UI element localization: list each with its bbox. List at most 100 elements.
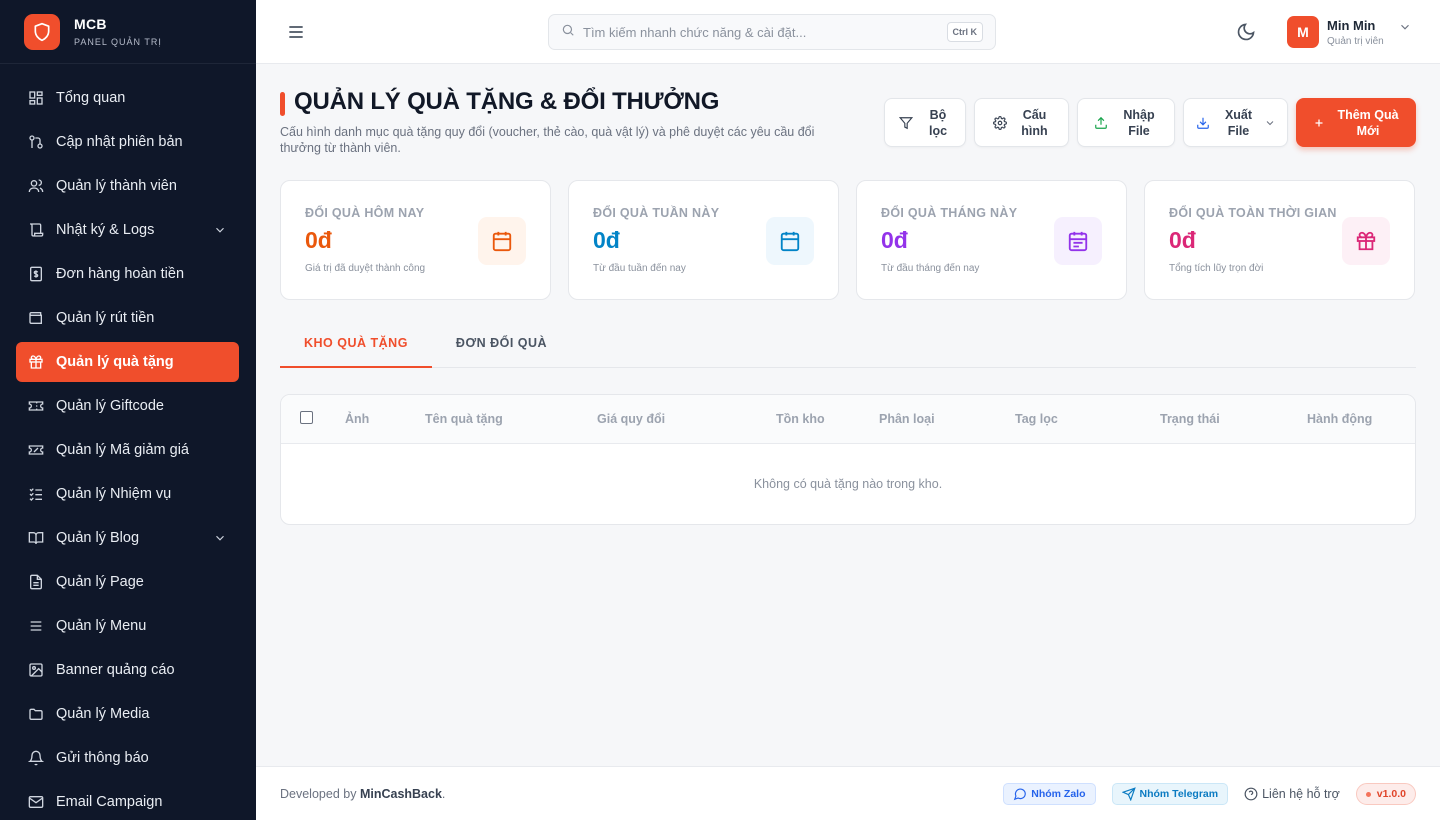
sidebar-item-label: Quản lý Blog — [56, 530, 140, 546]
plus-icon — [1313, 117, 1325, 129]
folder-icon — [28, 706, 44, 722]
export-button[interactable]: Xuất File — [1183, 98, 1288, 147]
search-bar[interactable]: Ctrl K — [548, 14, 996, 50]
sidebar-item-media[interactable]: Quản lý Media — [16, 694, 239, 734]
import-label: Nhập File — [1123, 107, 1155, 138]
sidebar-item-label: Email Campaign — [56, 794, 163, 810]
sidebar-item-members[interactable]: Quản lý thành viên — [16, 166, 239, 206]
stat-value: 0đ — [881, 227, 908, 253]
import-button[interactable]: Nhập File — [1077, 98, 1175, 147]
column-header[interactable]: Tồn kho — [776, 412, 825, 426]
tab-redeem-orders[interactable]: ĐƠN ĐỔI QUÀ — [432, 328, 571, 368]
calendar-icon — [478, 217, 526, 265]
page-description: Cấu hình danh mục quà tặng quy đổi (vouc… — [280, 125, 815, 155]
chevron-down-icon — [213, 223, 227, 241]
column-header[interactable]: Giá quy đổi — [597, 412, 665, 426]
column-header[interactable]: Trạng thái — [1160, 412, 1220, 426]
telegram-label: Nhóm Telegram — [1139, 788, 1219, 800]
sidebar-item-label: Quản lý Nhiệm vụ — [56, 486, 172, 502]
users-icon — [28, 178, 44, 194]
stat-value: 0đ — [593, 227, 620, 253]
sidebar-item-label: Quản lý Mã giảm giá — [56, 442, 189, 458]
shield-icon — [24, 13, 60, 50]
stat-value: 0đ — [1169, 227, 1196, 253]
scroll-icon — [28, 222, 44, 238]
sidebar-item-label: Banner quảng cáo — [56, 662, 175, 678]
support-label: Liên hệ hỗ trợ — [1262, 787, 1340, 801]
sidebar-item-label: Quản lý thành viên — [56, 178, 177, 194]
stat-subtext: Tổng tích lũy trọn đời — [1169, 263, 1264, 274]
calendar-range-icon — [1054, 217, 1102, 265]
sidebar-item-dashboard[interactable]: Tổng quan — [16, 78, 239, 118]
status-dot — [1365, 791, 1371, 797]
action-buttons: Bộ lọc Cấu hình Nhập File Xuất File Thêm… — [884, 98, 1416, 147]
tab-gift-inventory[interactable]: KHO QUÀ TẶNG — [280, 328, 432, 368]
sidebar-item-version-update[interactable]: Cập nhật phiên bản — [16, 122, 239, 162]
chevron-down-icon — [1264, 117, 1276, 129]
page-header: QUẢN LÝ QUÀ TẶNG & ĐỔI THƯỞNG Cấu hình d… — [280, 64, 1416, 180]
config-button[interactable]: Cấu hình — [974, 98, 1069, 147]
developer-link[interactable]: MinCashBack — [360, 787, 442, 801]
mail-icon — [28, 794, 44, 810]
user-menu[interactable]: M Min Min Quản trị viên — [1287, 16, 1412, 48]
add-gift-button[interactable]: Thêm Quà Mới — [1296, 98, 1416, 147]
column-header: Hành động — [1307, 412, 1373, 426]
shortcut-hint: Ctrl K — [946, 22, 983, 42]
empty-state: Không có quà tặng nào trong kho. — [753, 477, 943, 491]
column-header[interactable]: Tên quà tặng — [425, 412, 503, 426]
config-label: Cấu hình — [1021, 107, 1048, 138]
stat-subtext: Từ đầu tháng đến nay — [881, 263, 980, 274]
sidebar-item-withdrawals[interactable]: Quản lý rút tiền — [16, 298, 239, 338]
search-input[interactable] — [583, 24, 933, 40]
sidebar-item-menu[interactable]: Quản lý Menu — [16, 606, 239, 646]
sidebar-item-notifications[interactable]: Gửi thông báo — [16, 738, 239, 778]
footer: Developed by MinCashBack. Nhóm Zalo Nhóm… — [256, 766, 1440, 820]
sidebar-item-email-campaign[interactable]: Email Campaign — [16, 782, 239, 820]
sidebar-item-gifts[interactable]: Quản lý quà tặng — [16, 342, 239, 382]
ticket-percent-icon — [28, 442, 44, 458]
sidebar-item-logs[interactable]: Nhật ký & Logs — [16, 210, 239, 250]
stat-card-week: ĐỔI QUÀ TUẦN NÀY 0đ Từ đầu tuần đến nay — [568, 180, 839, 300]
sidebar-item-label: Gửi thông báo — [56, 750, 149, 766]
moon-icon[interactable] — [1236, 22, 1256, 42]
stats-row: ĐỔI QUÀ HÔM NAY 0đ Giá trị đã duyệt thàn… — [280, 180, 1416, 300]
brand-subtitle: PANEL QUẢN TRỊ — [74, 37, 162, 47]
sidebar: MCB PANEL QUẢN TRỊ Tổng quan Cập nhật ph… — [0, 0, 256, 820]
column-header[interactable]: Phân loại — [879, 412, 935, 426]
help-circle-icon — [1244, 787, 1258, 801]
stat-label: ĐỔI QUÀ HÔM NAY — [305, 206, 425, 220]
developer-credit: Developed by MinCashBack. — [280, 787, 446, 801]
gift-icon — [1342, 217, 1390, 265]
telegram-group-link[interactable]: Nhóm Telegram — [1111, 783, 1229, 805]
sidebar-item-banners[interactable]: Banner quảng cáo — [16, 650, 239, 690]
select-all-checkbox[interactable] — [300, 411, 313, 424]
sidebar-item-blog[interactable]: Quản lý Blog — [16, 518, 239, 558]
column-header[interactable]: Ảnh — [345, 412, 369, 426]
chat-bubble-icon — [1013, 787, 1027, 801]
sidebar-item-missions[interactable]: Quản lý Nhiệm vụ — [16, 474, 239, 514]
git-icon — [28, 134, 44, 150]
stat-subtext: Từ đầu tuần đến nay — [593, 263, 686, 274]
avatar: M — [1287, 16, 1319, 48]
search-icon — [561, 23, 575, 42]
sidebar-item-giftcode[interactable]: Quản lý Giftcode — [16, 386, 239, 426]
filter-icon — [899, 116, 913, 130]
stat-card-today: ĐỔI QUÀ HÔM NAY 0đ Giá trị đã duyệt thàn… — [280, 180, 551, 300]
column-header[interactable]: Tag lọc — [1015, 412, 1058, 426]
support-link[interactable]: Liên hệ hỗ trợ — [1244, 787, 1340, 801]
zalo-group-link[interactable]: Nhóm Zalo — [1003, 783, 1096, 805]
sidebar-item-pages[interactable]: Quản lý Page — [16, 562, 239, 602]
sidebar-item-discount-codes[interactable]: Quản lý Mã giảm giá — [16, 430, 239, 470]
brand: MCB PANEL QUẢN TRỊ — [0, 0, 256, 64]
filter-button[interactable]: Bộ lọc — [884, 98, 966, 147]
checklist-icon — [28, 486, 44, 502]
hamburger-icon[interactable] — [286, 22, 308, 42]
stat-subtext: Giá trị đã duyệt thành công — [305, 263, 426, 274]
developed-prefix: Developed by — [280, 787, 357, 801]
footer-links: Nhóm Zalo Nhóm Telegram Liên hệ hỗ trợ v… — [1003, 783, 1416, 805]
menu-icon — [28, 618, 44, 634]
sidebar-item-label: Quản lý Menu — [56, 618, 147, 634]
image-icon — [28, 662, 44, 678]
book-icon — [28, 530, 44, 546]
sidebar-item-refund-orders[interactable]: Đơn hàng hoàn tiền — [16, 254, 239, 294]
